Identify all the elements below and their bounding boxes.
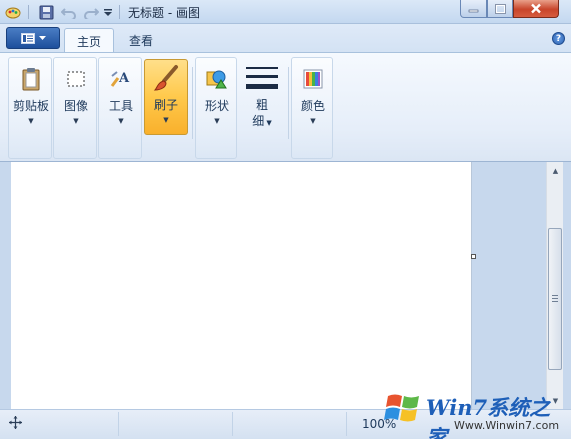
size-label: 粗 xyxy=(255,98,268,112)
status-divider xyxy=(346,412,347,436)
size-button[interactable]: 粗 细 ▼ xyxy=(240,60,284,130)
select-icon xyxy=(60,63,92,95)
save-icon[interactable] xyxy=(37,3,55,21)
brushes-group: 刷子 ▼ xyxy=(142,57,190,159)
close-button[interactable] xyxy=(513,0,559,18)
colors-label: 颜色 xyxy=(300,99,325,113)
tools-label: 工具 xyxy=(108,99,133,113)
scroll-up-icon[interactable]: ▲ xyxy=(547,162,564,179)
colors-icon xyxy=(297,63,329,95)
svg-text:A: A xyxy=(118,71,130,86)
vertical-scrollbar[interactable]: ▲ ▼ xyxy=(546,162,563,409)
shapes-label: 形状 xyxy=(204,99,229,113)
window-edge xyxy=(563,162,571,409)
size-label-2: 细 xyxy=(252,114,265,128)
chevron-down-icon: ▼ xyxy=(118,117,124,125)
status-divider xyxy=(118,412,119,436)
chevron-down-icon: ▼ xyxy=(73,117,79,125)
customize-quick-access-icon[interactable] xyxy=(102,3,114,21)
image-group: 图像 ▼ xyxy=(53,57,97,159)
chevron-down-icon: ▼ xyxy=(214,117,220,125)
ribbon: 剪贴板 ▼ 图像 ▼ A 工具 ▼ 刷子 ▼ 形状 ▼ 粗 细 ▼ 颜色 ▼ xyxy=(0,52,571,162)
chevron-down-icon: ▼ xyxy=(163,116,169,124)
minimize-icon xyxy=(468,9,479,12)
shapes-button[interactable]: 形状 ▼ xyxy=(195,61,239,131)
chevron-down-icon: ▼ xyxy=(264,119,272,127)
paint-app-icon[interactable] xyxy=(4,3,22,21)
clipboard-group: 剪贴板 ▼ xyxy=(8,57,52,159)
help-icon[interactable]: ? xyxy=(552,32,565,45)
group-separator xyxy=(288,67,289,139)
image-button[interactable]: 图像 ▼ xyxy=(54,61,98,131)
chevron-down-icon xyxy=(38,35,46,40)
workspace xyxy=(0,162,546,409)
colors-group: 颜色 ▼ xyxy=(291,57,333,159)
tools-icon: A xyxy=(105,63,137,95)
shapes-icon xyxy=(201,63,233,95)
size-group: 粗 细 ▼ xyxy=(238,57,286,159)
tools-group: A 工具 ▼ xyxy=(98,57,142,159)
line-size-icon xyxy=(246,62,278,94)
status-bar: 100% xyxy=(0,409,571,439)
maximize-icon xyxy=(494,3,506,14)
brushes-button[interactable]: 刷子 ▼ xyxy=(144,59,188,135)
qa-separator xyxy=(119,5,120,19)
brushes-label: 刷子 xyxy=(153,98,178,112)
tab-view-label: 查看 xyxy=(129,34,154,48)
clipboard-button[interactable]: 剪贴板 ▼ xyxy=(9,61,53,131)
qa-separator xyxy=(28,5,29,19)
title-bar: 无标题 - 画图 xyxy=(0,0,571,24)
redo-icon[interactable] xyxy=(82,3,100,21)
cursor-position-icon xyxy=(9,416,22,432)
minimize-button[interactable] xyxy=(460,0,487,18)
status-divider xyxy=(232,412,233,436)
paint-menu-button[interactable] xyxy=(6,27,60,49)
clipboard-label: 剪贴板 xyxy=(12,99,49,113)
tab-home-label: 主页 xyxy=(77,34,102,49)
canvas-resize-handle-right[interactable] xyxy=(471,254,476,259)
group-separator xyxy=(192,67,193,139)
menu-icon xyxy=(20,32,35,44)
chevron-down-icon: ▼ xyxy=(28,117,34,125)
window-title: 无标题 - 画图 xyxy=(128,6,200,20)
maximize-button[interactable] xyxy=(487,0,513,18)
brush-icon xyxy=(150,62,182,94)
clipboard-icon xyxy=(15,63,47,95)
image-label: 图像 xyxy=(63,99,88,113)
zoom-level: 100% xyxy=(362,417,397,431)
colors-button[interactable]: 颜色 ▼ xyxy=(291,61,335,131)
chevron-down-icon: ▼ xyxy=(310,117,316,125)
drawing-canvas[interactable] xyxy=(11,162,471,409)
tools-button[interactable]: A 工具 ▼ xyxy=(99,61,143,131)
shapes-group: 形状 ▼ xyxy=(195,57,237,159)
tab-home[interactable]: 主页 xyxy=(64,28,115,53)
scrollbar-thumb[interactable] xyxy=(548,228,562,370)
tab-view[interactable]: 查看 xyxy=(117,28,165,53)
ribbon-tab-row: 主页 查看 ? xyxy=(0,24,571,53)
close-icon xyxy=(531,3,541,14)
undo-icon[interactable] xyxy=(60,3,78,21)
scroll-down-icon[interactable]: ▼ xyxy=(547,392,564,409)
